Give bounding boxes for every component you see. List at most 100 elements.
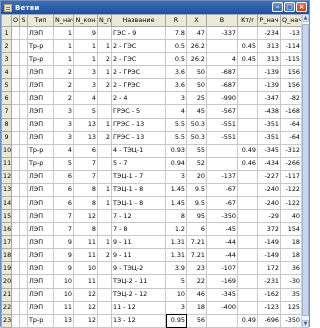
table-cell[interactable] <box>19 52 28 67</box>
table-cell[interactable]: 8 <box>73 182 98 198</box>
column-header[interactable]: O <box>11 14 20 27</box>
table-cell[interactable] <box>19 130 28 145</box>
table-cell[interactable]: 50 <box>186 65 207 80</box>
table-cell[interactable]: 3.9 <box>165 261 187 276</box>
table-cell[interactable] <box>19 287 28 302</box>
table-cell[interactable]: 3.6 <box>165 78 187 93</box>
table-cell[interactable]: 7 <box>73 169 98 184</box>
row-number[interactable]: 10 <box>1 143 12 158</box>
table-cell[interactable]: 7 <box>73 156 98 171</box>
table-cell[interactable]: -123 <box>257 300 281 315</box>
table-cell[interactable]: -67 <box>206 182 238 198</box>
table-cell[interactable]: 5 - 7 <box>111 156 166 171</box>
table-cell[interactable] <box>19 222 28 237</box>
table-cell[interactable] <box>206 156 238 171</box>
table-cell[interactable] <box>19 274 28 289</box>
table-cell[interactable]: 3 <box>165 169 187 184</box>
table-cell[interactable]: 1 <box>53 52 74 67</box>
table-cell[interactable]: 10 <box>73 261 98 276</box>
table-cell[interactable]: 95 <box>186 209 207 224</box>
table-cell[interactable] <box>237 248 258 263</box>
table-cell[interactable]: 8 <box>165 209 187 224</box>
table-cell[interactable] <box>11 25 20 41</box>
table-row[interactable]: 8 ЛЭП 3 13 1 ГРЭС - 13 5.5 50.3 -551 -351 -64 <box>1 117 302 132</box>
table-cell[interactable]: 18 <box>280 235 302 250</box>
table-cell[interactable]: ЛЭП <box>27 104 54 119</box>
table-row[interactable]: 22 ЛЭП 11 12 11 - 12 3 18 -400 -123 125 <box>1 300 302 315</box>
table-cell[interactable]: 2 <box>53 65 74 80</box>
table-cell[interactable]: Тр-р <box>27 313 54 328</box>
column-header[interactable]: R <box>165 14 187 27</box>
table-row[interactable]: 18 ЛЭП 9 11 2 9 - 11 1.31 7.21 -44 -149 18 <box>1 248 302 263</box>
table-cell[interactable]: ЛЭП <box>27 91 54 106</box>
table-cell[interactable]: -266 <box>280 156 302 171</box>
row-number[interactable]: 3 <box>1 52 12 67</box>
table-cell[interactable] <box>11 196 20 211</box>
table-cell[interactable] <box>11 235 20 250</box>
table-cell[interactable]: -227 <box>257 169 281 184</box>
column-header[interactable]: Kт/r <box>237 14 258 27</box>
table-cell[interactable] <box>97 222 112 237</box>
table-cell[interactable] <box>19 261 28 276</box>
table-cell[interactable]: 26.2 <box>186 39 207 54</box>
table-cell[interactable]: 5 <box>73 104 98 119</box>
table-cell[interactable] <box>237 287 258 302</box>
row-number[interactable]: 22 <box>1 300 12 315</box>
table-cell[interactable]: 9 - 11 <box>111 235 166 250</box>
table-cell[interactable]: -64 <box>280 117 302 132</box>
table-cell[interactable]: Тр-р <box>27 39 54 54</box>
table-cell[interactable] <box>97 169 112 184</box>
table-cell[interactable]: 1 <box>53 25 74 41</box>
table-cell[interactable] <box>11 261 20 276</box>
table-cell[interactable]: -400 <box>206 300 238 315</box>
table-cell[interactable] <box>19 39 28 54</box>
table-cell[interactable]: Тр-р <box>27 156 54 171</box>
table-cell[interactable]: -64 <box>280 130 302 145</box>
table-cell[interactable]: ЛЭП <box>27 235 54 250</box>
table-cell[interactable]: 1 <box>53 39 74 54</box>
table-cell[interactable]: 40 <box>280 209 302 224</box>
title-bar[interactable]: Ветви – □ × <box>1 1 309 14</box>
table-row[interactable]: 16 ЛЭП 7 8 7 - 8 1.2 6 -45 372 154 <box>1 222 302 237</box>
table-cell[interactable]: -107 <box>206 261 238 276</box>
table-cell[interactable]: -122 <box>280 196 302 211</box>
table-cell[interactable] <box>97 300 112 315</box>
table-cell[interactable]: -114 <box>280 39 302 54</box>
table-cell[interactable]: -45 <box>206 222 238 237</box>
table-cell[interactable]: ГРЭС - 13 <box>111 117 166 132</box>
table-cell[interactable] <box>237 182 258 198</box>
row-number[interactable]: 5 <box>1 78 12 93</box>
table-cell[interactable]: 1 <box>97 65 112 80</box>
table-cell[interactable] <box>97 156 112 171</box>
table-cell[interactable]: 1.45 <box>165 182 187 198</box>
row-number[interactable]: 1 <box>1 25 12 41</box>
table-row[interactable]: 17 ЛЭП 9 11 1 9 - 11 1.31 7.21 -44 -149 18 <box>1 235 302 250</box>
table-cell[interactable]: 4 <box>165 104 187 119</box>
table-cell[interactable]: -139 <box>257 65 281 80</box>
maximize-button[interactable]: □ <box>284 2 295 12</box>
table-cell[interactable]: 2 <box>97 78 112 93</box>
table-cell[interactable] <box>237 117 258 132</box>
table-cell[interactable]: 9 - 11 <box>111 248 166 263</box>
row-number[interactable]: 15 <box>1 209 12 224</box>
table-cell[interactable] <box>237 261 258 276</box>
column-header[interactable]: B <box>206 14 238 27</box>
table-cell[interactable] <box>11 313 20 328</box>
table-row[interactable]: 15 ЛЭП 7 12 7 - 12 8 95 -350 -29 40 <box>1 209 302 224</box>
table-row[interactable]: 3 Тр-р 1 1 2 2 - ГЭС 0.5 26.2 4 0.45 313 -115 <box>1 52 302 67</box>
table-cell[interactable]: 9 - ТЭЦ-2 <box>111 261 166 276</box>
row-number[interactable]: 2 <box>1 39 12 54</box>
table-cell[interactable]: 2 - ГРЭС <box>111 65 166 80</box>
table-cell[interactable]: 12 <box>73 287 98 302</box>
table-cell[interactable]: -44 <box>206 235 238 250</box>
table-cell[interactable]: 172 <box>257 261 281 276</box>
row-number[interactable]: 19 <box>1 261 12 276</box>
table-cell[interactable] <box>97 104 112 119</box>
table-cell[interactable] <box>237 300 258 315</box>
table-cell[interactable]: -345 <box>257 143 281 158</box>
table-cell[interactable]: ЛЭП <box>27 25 54 41</box>
table-row[interactable]: 23 Тр-р 13 12 13 - 12 0.95 56 0.49 -696 -350 <box>1 313 302 328</box>
table-cell[interactable] <box>11 248 20 263</box>
table-cell[interactable]: 0.49 <box>237 143 258 158</box>
table-row[interactable]: 20 ЛЭП 10 11 ТЭЦ-2 - 11 5 22 -169 -231 -30 <box>1 274 302 289</box>
